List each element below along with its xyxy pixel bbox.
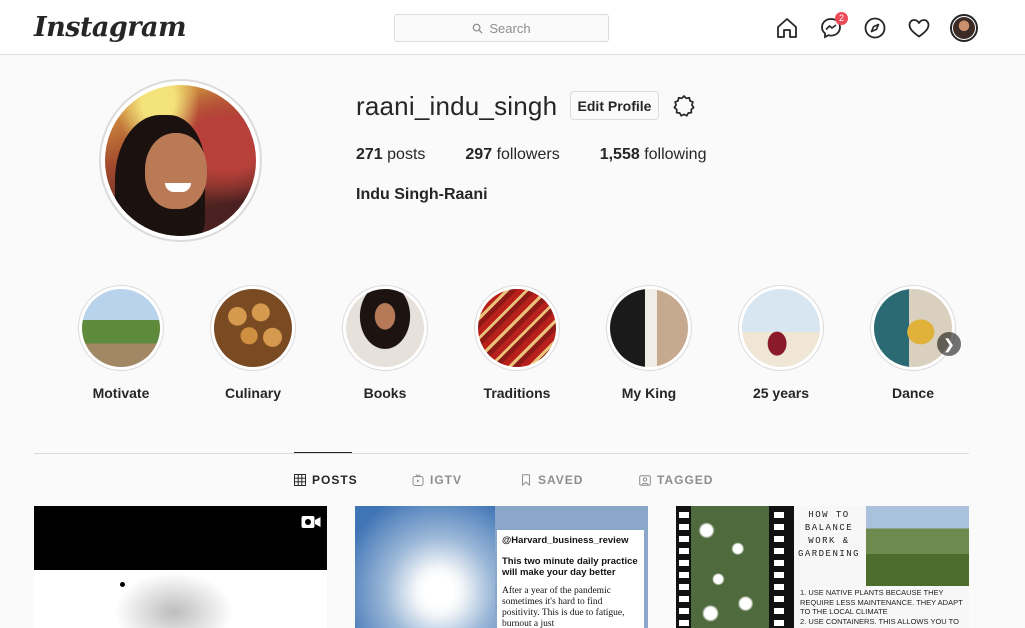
edit-profile-button[interactable]: Edit Profile <box>570 91 659 120</box>
post-tip: 2. USE CONTAINERS. THIS ALLOWS YOU TO CO… <box>800 616 959 628</box>
igtv-icon <box>412 474 424 486</box>
instagram-logo[interactable]: Instagram <box>34 12 187 43</box>
followers-count: 297 <box>465 146 493 163</box>
search-placeholder: Search <box>489 20 531 36</box>
followers-stat[interactable]: 297 followers <box>465 146 559 164</box>
profile-avatar[interactable] <box>99 79 262 242</box>
highlight-label: Dance <box>891 385 935 401</box>
profile-full-name: Indu Singh-Raani <box>356 186 488 203</box>
search-icon <box>473 23 483 34</box>
tab-label: POSTS <box>312 473 358 487</box>
highlight-25-years[interactable]: 25 years <box>738 285 824 401</box>
highlight-culinary[interactable]: Culinary <box>210 285 296 401</box>
garden-photo <box>866 506 969 586</box>
highlight-motivate[interactable]: Motivate <box>78 285 164 401</box>
following-stat[interactable]: 1,558 following <box>600 146 707 164</box>
tab-posts[interactable]: POSTS <box>294 473 358 487</box>
tab-label: SAVED <box>538 473 584 487</box>
posts-label: posts <box>387 146 426 163</box>
messages-badge: 2 <box>835 12 848 25</box>
followers-label: followers <box>496 146 560 163</box>
post-headline: This two minute daily practice will make… <box>502 556 638 578</box>
tab-tagged[interactable]: TAGGED <box>639 473 713 487</box>
post-tip: 1. USE NATIVE PLANTS BECAUSE THEY REQUIR… <box>800 588 963 616</box>
grid-icon <box>294 474 306 486</box>
messenger-icon[interactable]: 2 <box>818 12 848 41</box>
tab-label: IGTV <box>430 473 463 487</box>
explore-icon[interactable] <box>862 15 888 41</box>
nav-icons: 2 <box>774 12 978 42</box>
highlights-next-chevron-icon[interactable]: ❯ <box>937 332 961 356</box>
profile-photo <box>105 85 256 236</box>
following-label: following <box>644 146 707 163</box>
highlight-label: 25 years <box>752 385 810 401</box>
profile-stats: 271 posts 297 followers 1,558 following <box>356 146 746 164</box>
post-tips: 1. USE NATIVE PLANTS BECAUSE THEY REQUIR… <box>800 588 965 628</box>
highlight-label: Culinary <box>224 385 281 401</box>
highlight-label: My King <box>621 385 677 401</box>
following-count: 1,558 <box>599 146 640 163</box>
post-quote-card: @Harvard_business_review This two minute… <box>497 530 644 628</box>
profile-avatar-nav[interactable] <box>950 14 978 42</box>
post-handle: @Harvard_business_review <box>502 535 629 546</box>
post-tile[interactable] <box>34 506 327 628</box>
post-tile[interactable]: @Harvard_business_review This two minute… <box>355 506 648 628</box>
video-camera-icon <box>301 516 321 528</box>
highlight-label: Books <box>363 385 407 401</box>
highlight-label: Motivate <box>92 385 150 401</box>
highlight-traditions[interactable]: Traditions <box>474 285 560 401</box>
post-title: HOW TO BALANCE WORK & GARDENING <box>797 510 861 559</box>
home-icon[interactable] <box>774 15 800 41</box>
top-nav: Instagram Search 2 <box>0 0 1025 55</box>
post-body: After a year of the pandemic sometimes i… <box>502 586 625 628</box>
highlight-label: Traditions <box>483 385 551 401</box>
profile-username: raani_indu_singh <box>356 91 558 121</box>
activity-heart-icon[interactable] <box>906 15 932 41</box>
settings-gear-icon[interactable] <box>671 93 697 119</box>
posts-count: 271 <box>356 146 383 163</box>
post-tile[interactable]: HOW TO BALANCE WORK & GARDENING 1. USE N… <box>676 506 969 628</box>
highlight-books[interactable]: Books <box>342 285 428 401</box>
tab-label: TAGGED <box>657 473 714 487</box>
bookmark-icon <box>522 474 530 486</box>
highlight-my-king[interactable]: My King <box>606 285 692 401</box>
tagged-person-icon <box>639 475 651 486</box>
active-tab-indicator <box>294 452 352 453</box>
tabs-divider <box>34 453 969 454</box>
tab-saved[interactable]: SAVED <box>520 473 583 487</box>
search-input[interactable]: Search <box>394 14 609 42</box>
tab-igtv[interactable]: IGTV <box>412 473 462 487</box>
posts-stat: 271 posts <box>356 146 425 164</box>
